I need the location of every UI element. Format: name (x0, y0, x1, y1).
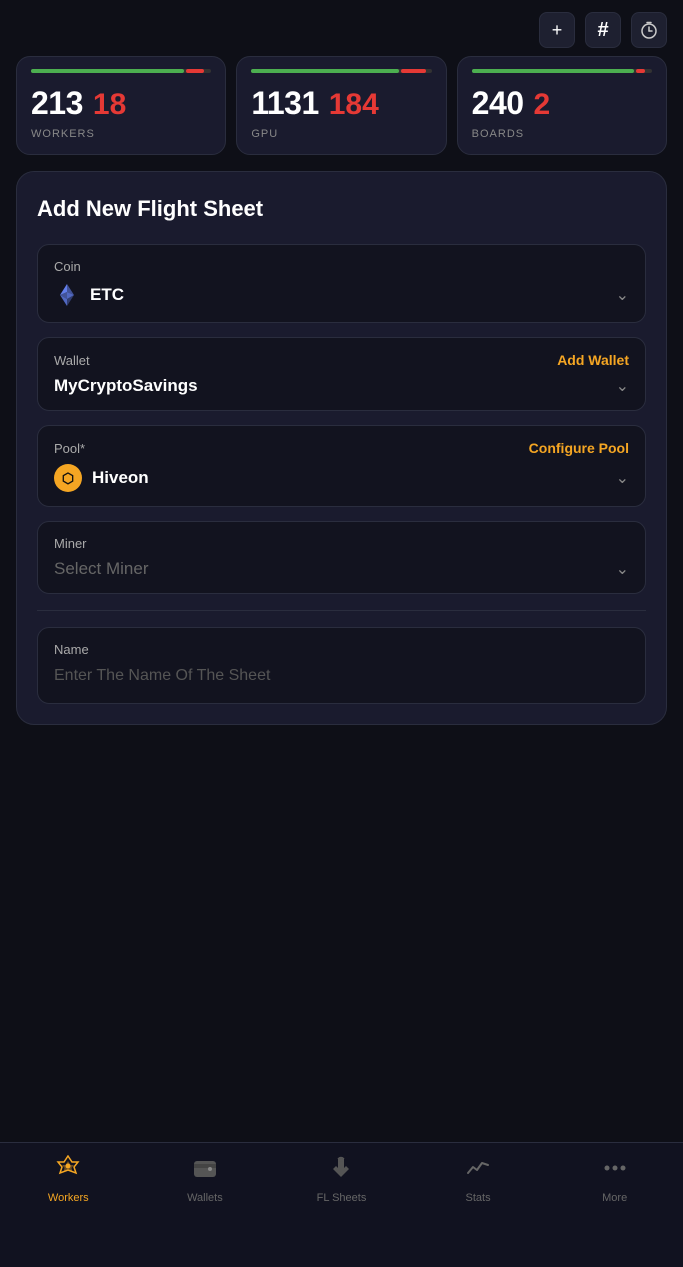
wallet-label: Wallet (54, 353, 90, 368)
boards-label: BOARDS (472, 128, 652, 140)
nav-item-stats[interactable]: Stats (410, 1155, 547, 1204)
coin-value: ETC (90, 285, 124, 305)
main-content: Add New Flight Sheet Coin ETC (0, 171, 683, 725)
wallets-nav-label: Wallets (187, 1192, 223, 1204)
stats-row: 213 18 WORKERS 1131 184 GPU 240 2 BOARDS (0, 56, 683, 171)
ethereum-icon (54, 282, 80, 308)
form-card: Add New Flight Sheet Coin ETC (16, 171, 667, 725)
more-nav-label: More (602, 1192, 627, 1204)
boards-main: 240 (472, 85, 524, 122)
name-label: Name (54, 642, 629, 657)
gpu-label: GPU (251, 128, 431, 140)
stats-nav-icon (465, 1155, 491, 1186)
name-placeholder: Enter The Name Of The Sheet (54, 667, 629, 685)
gpu-main: 1131 (251, 85, 318, 122)
coin-row: ETC ⌄ (54, 282, 629, 308)
wallet-value: MyCryptoSavings (54, 376, 198, 396)
gpu-numbers: 1131 184 (251, 85, 431, 122)
workers-nav-label: Workers (48, 1192, 89, 1204)
coin-chevron-icon: ⌄ (616, 285, 629, 305)
nav-item-wallets[interactable]: Wallets (137, 1155, 274, 1204)
bottom-nav: Workers Wallets FL Sheets (0, 1142, 683, 1267)
flsheets-nav-icon (328, 1155, 354, 1186)
add-button[interactable]: + (539, 12, 575, 48)
svg-text:⬡: ⬡ (62, 470, 74, 486)
gpu-card[interactable]: 1131 184 GPU (236, 56, 446, 155)
pool-value-container: ⬡ Hiveon (54, 464, 149, 492)
workers-numbers: 213 18 (31, 85, 211, 122)
form-divider (37, 610, 646, 611)
pool-label: Pool* (54, 441, 85, 456)
boards-secondary: 2 (534, 88, 551, 122)
boards-card[interactable]: 240 2 BOARDS (457, 56, 667, 155)
gpu-secondary: 184 (329, 88, 379, 122)
boards-numbers: 240 2 (472, 85, 652, 122)
wallet-field[interactable]: Wallet Add Wallet MyCryptoSavings ⌄ (37, 337, 646, 411)
timer-icon (640, 21, 658, 39)
wallet-nav-icon (192, 1155, 218, 1186)
wallet-row: MyCryptoSavings ⌄ (54, 376, 629, 396)
hash-button[interactable]: # (585, 12, 621, 48)
nav-item-more[interactable]: More (546, 1155, 683, 1204)
coin-label: Coin (54, 259, 629, 274)
gpu-bar (251, 69, 431, 73)
workers-bar (31, 69, 211, 73)
stats-nav-label: Stats (466, 1192, 491, 1204)
workers-label: WORKERS (31, 128, 211, 140)
miner-placeholder: Select Miner (54, 559, 148, 579)
coin-value-container: ETC (54, 282, 124, 308)
pool-chevron-icon: ⌄ (616, 468, 629, 488)
nav-item-flsheets[interactable]: FL Sheets (273, 1155, 410, 1204)
workers-card[interactable]: 213 18 WORKERS (16, 56, 226, 155)
flsheets-nav-label: FL Sheets (317, 1192, 367, 1204)
miner-chevron-icon: ⌄ (616, 559, 629, 579)
workers-nav-icon (55, 1155, 81, 1186)
workers-secondary: 18 (93, 88, 126, 122)
pool-value: Hiveon (92, 468, 149, 488)
pool-header: Pool* Configure Pool (54, 440, 629, 456)
wallet-header: Wallet Add Wallet (54, 352, 629, 368)
top-bar: + # (0, 0, 683, 56)
boards-bar (472, 69, 652, 73)
nav-item-workers[interactable]: Workers (0, 1155, 137, 1204)
workers-main: 213 (31, 85, 83, 122)
hiveon-logo-icon: ⬡ (54, 464, 82, 492)
more-nav-icon (602, 1155, 628, 1186)
timer-button[interactable] (631, 12, 667, 48)
add-wallet-button[interactable]: Add Wallet (557, 352, 629, 368)
miner-label: Miner (54, 536, 629, 551)
pool-field[interactable]: Pool* Configure Pool ⬡ Hiveon ⌄ (37, 425, 646, 507)
wallet-chevron-icon: ⌄ (616, 376, 629, 396)
pool-row: ⬡ Hiveon ⌄ (54, 464, 629, 492)
miner-row: Select Miner ⌄ (54, 559, 629, 579)
configure-pool-button[interactable]: Configure Pool (529, 440, 629, 456)
miner-field[interactable]: Miner Select Miner ⌄ (37, 521, 646, 594)
coin-field[interactable]: Coin ETC ⌄ (37, 244, 646, 323)
name-field[interactable]: Name Enter The Name Of The Sheet (37, 627, 646, 704)
form-title: Add New Flight Sheet (37, 196, 646, 222)
